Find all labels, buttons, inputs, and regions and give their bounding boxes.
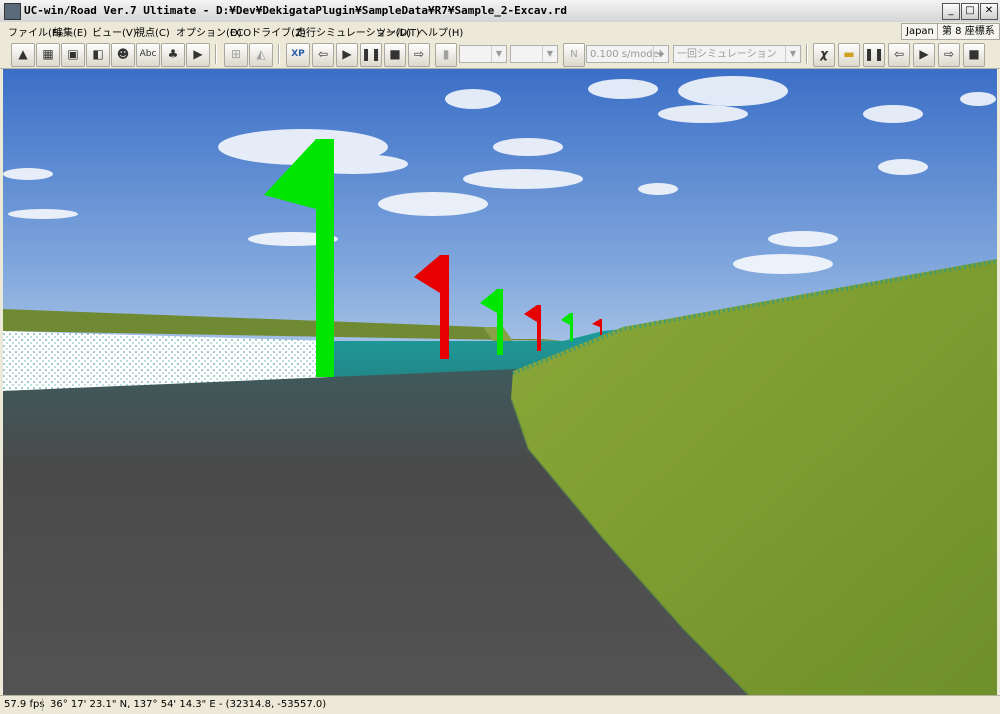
model-icon[interactable]: ▣ [61, 43, 85, 67]
maximize-button[interactable]: □ [961, 3, 979, 20]
step-back-icon[interactable]: ⇦ [888, 43, 910, 67]
status-divider [42, 698, 43, 711]
step-forward-icon[interactable]: ⇨ [938, 43, 960, 67]
record-icon[interactable]: ▮ [435, 43, 457, 67]
step-forward-icon[interactable]: ⇨ [408, 43, 430, 67]
minimize-button[interactable]: _ [942, 3, 960, 20]
3d-viewport[interactable] [3, 69, 997, 695]
people-icon[interactable]: ☻ [111, 43, 135, 67]
pause-icon[interactable]: ❚❚ [360, 43, 382, 67]
speed-input[interactable]: 0.100 s/model ◆ [586, 45, 669, 63]
tree-icon[interactable]: ♣ [161, 43, 185, 67]
step-back-icon[interactable]: ⇦ [312, 43, 334, 67]
toolbar-separator [806, 44, 808, 64]
road-edit-icon[interactable]: ▲ [11, 43, 35, 67]
route-select[interactable]: ▼ [510, 45, 558, 63]
vehicle-select[interactable]: ▼ [459, 45, 507, 63]
menu-tools[interactable]: ツール(T) [376, 24, 420, 39]
coordinate-readout: 36° 17' 23.1" N, 137° 54' 14.3" E - (323… [50, 699, 327, 710]
grid-icon[interactable]: ▦ [36, 43, 60, 67]
script-icon[interactable]: χ [813, 43, 835, 67]
display-icon[interactable]: ▶ [186, 43, 210, 67]
toolbar: ▲ ▦ ▣ ◧ ☻ Abc ♣ ▶ ⊞ ◭ XP ⇦ ▶ ❚❚ ■ ⇨ ▮ ▼ … [0, 40, 1000, 69]
menu-viewpoint[interactable]: 視点(C) [135, 24, 170, 39]
status-bar: 57.9 fps 36° 17' 23.1" N, 137° 54' 14.3"… [0, 695, 1000, 714]
stop-icon[interactable]: ■ [384, 43, 406, 67]
menu-eco-drive[interactable]: ECOドライブ(Z) [230, 24, 306, 39]
menu-edit[interactable]: 編集(E) [53, 24, 87, 39]
app-icon [4, 3, 21, 20]
text-label-icon[interactable]: Abc [136, 43, 160, 67]
pause-icon[interactable]: ❚❚ [863, 43, 885, 67]
simulation-mode-select[interactable]: 一回シミュレーション ▼ [673, 45, 801, 63]
menu-help[interactable]: ヘルプ(H) [418, 24, 463, 39]
region-label[interactable]: Japan [901, 23, 939, 40]
play-icon[interactable]: ▶ [336, 43, 358, 67]
toolbar-separator [215, 44, 217, 64]
vehicle-icon[interactable]: ◧ [86, 43, 110, 67]
close-button[interactable]: ✕ [980, 3, 998, 20]
n-button[interactable]: N [563, 43, 585, 67]
folder-icon[interactable]: ▬ [838, 43, 860, 67]
fps-readout: 57.9 fps [4, 699, 45, 710]
zoom-extent-icon[interactable]: ⊞ [224, 43, 248, 67]
window-title: UC-win/Road Ver.7 Ultimate - D:¥Dev¥Deki… [24, 4, 568, 17]
coordinate-system-label[interactable]: 第 8 座標系 [937, 23, 1000, 40]
terrain-icon[interactable]: ◭ [249, 43, 273, 67]
xp-button[interactable]: XP [286, 43, 310, 67]
toolbar-separator [278, 44, 280, 64]
stop-icon[interactable]: ■ [963, 43, 985, 67]
menu-bar: ファイル(F) 編集(E) ビュー(V) 視点(C) オプション(O) ECOド… [0, 22, 1000, 41]
title-bar: UC-win/Road Ver.7 Ultimate - D:¥Dev¥Deki… [0, 0, 1000, 23]
scene-svg [3, 69, 997, 695]
menu-view[interactable]: ビュー(V) [92, 24, 137, 39]
play-icon[interactable]: ▶ [913, 43, 935, 67]
